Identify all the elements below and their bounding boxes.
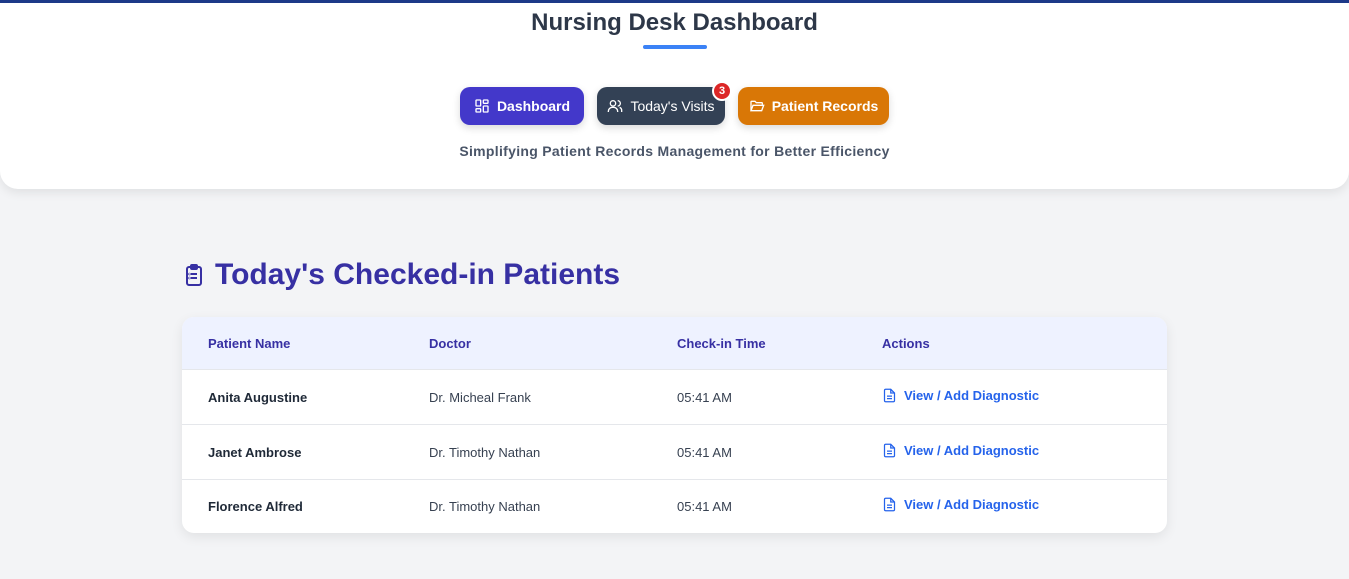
patient-name: Florence Alfred: [208, 499, 303, 514]
view-add-diagnostic-link[interactable]: View / Add Diagnostic: [882, 443, 1039, 458]
users-icon: [608, 100, 623, 112]
todays-visits-button[interactable]: Today's Visits 3: [597, 81, 732, 125]
column-header-checkin: Check-in Time: [677, 336, 766, 351]
patient-name: Anita Augustine: [208, 390, 308, 405]
action-label: View / Add Diagnostic: [904, 443, 1040, 458]
file-text-icon: [883, 497, 896, 512]
todays-visits-label: Today's Visits: [630, 98, 715, 114]
table-row: Anita Augustine Dr. Micheal Frank 05:41 …: [182, 370, 1167, 425]
file-text-icon: [883, 443, 896, 458]
column-header-doctor: Doctor: [429, 336, 471, 351]
patient-records-label: Patient Records: [771, 98, 879, 114]
visits-count-badge: 3: [712, 81, 732, 101]
view-add-diagnostic-link[interactable]: View / Add Diagnostic: [882, 388, 1039, 403]
action-label: View / Add Diagnostic: [904, 497, 1040, 512]
patient-name: Janet Ambrose: [208, 445, 302, 460]
page-header: Nursing Desk Dashboard Dashboard Today's…: [0, 3, 1349, 189]
grid-icon: [475, 99, 489, 113]
table-row: Janet Ambrose Dr. Timothy Nathan 05:41 A…: [182, 425, 1167, 480]
checkin-time: 05:41 AM: [677, 390, 732, 405]
file-text-icon: [883, 388, 896, 403]
page-title: Nursing Desk Dashboard: [531, 9, 818, 36]
title-underline: [643, 45, 707, 49]
clipboard-list-icon: [186, 264, 202, 286]
dashboard-button-label: Dashboard: [496, 98, 571, 114]
doctor-name: Dr. Timothy Nathan: [429, 445, 541, 460]
table-row: Florence Alfred Dr. Timothy Nathan 05:41…: [182, 479, 1167, 533]
section-heading: Today's Checked-in Patients: [182, 258, 620, 292]
page-subtitle: Simplifying Patient Records Management f…: [459, 143, 890, 159]
checkin-time: 05:41 AM: [677, 499, 732, 514]
doctor-name: Dr. Micheal Frank: [429, 390, 531, 405]
doctor-name: Dr. Timothy Nathan: [429, 499, 541, 514]
table-header: Patient Name Doctor Check-in Time Action…: [182, 317, 1167, 370]
column-header-patient: Patient Name: [208, 336, 291, 351]
patients-table: Patient Name Doctor Check-in Time Action…: [182, 317, 1167, 533]
action-label: View / Add Diagnostic: [904, 388, 1040, 403]
checkin-time: 05:41 AM: [677, 445, 732, 460]
column-header-actions: Actions: [882, 336, 930, 351]
section-title: Today's Checked-in Patients: [215, 258, 621, 291]
patient-records-button[interactable]: Patient Records: [738, 87, 889, 125]
view-add-diagnostic-link[interactable]: View / Add Diagnostic: [882, 497, 1039, 512]
dashboard-button[interactable]: Dashboard: [460, 87, 584, 125]
folder-open-icon: [749, 100, 765, 112]
